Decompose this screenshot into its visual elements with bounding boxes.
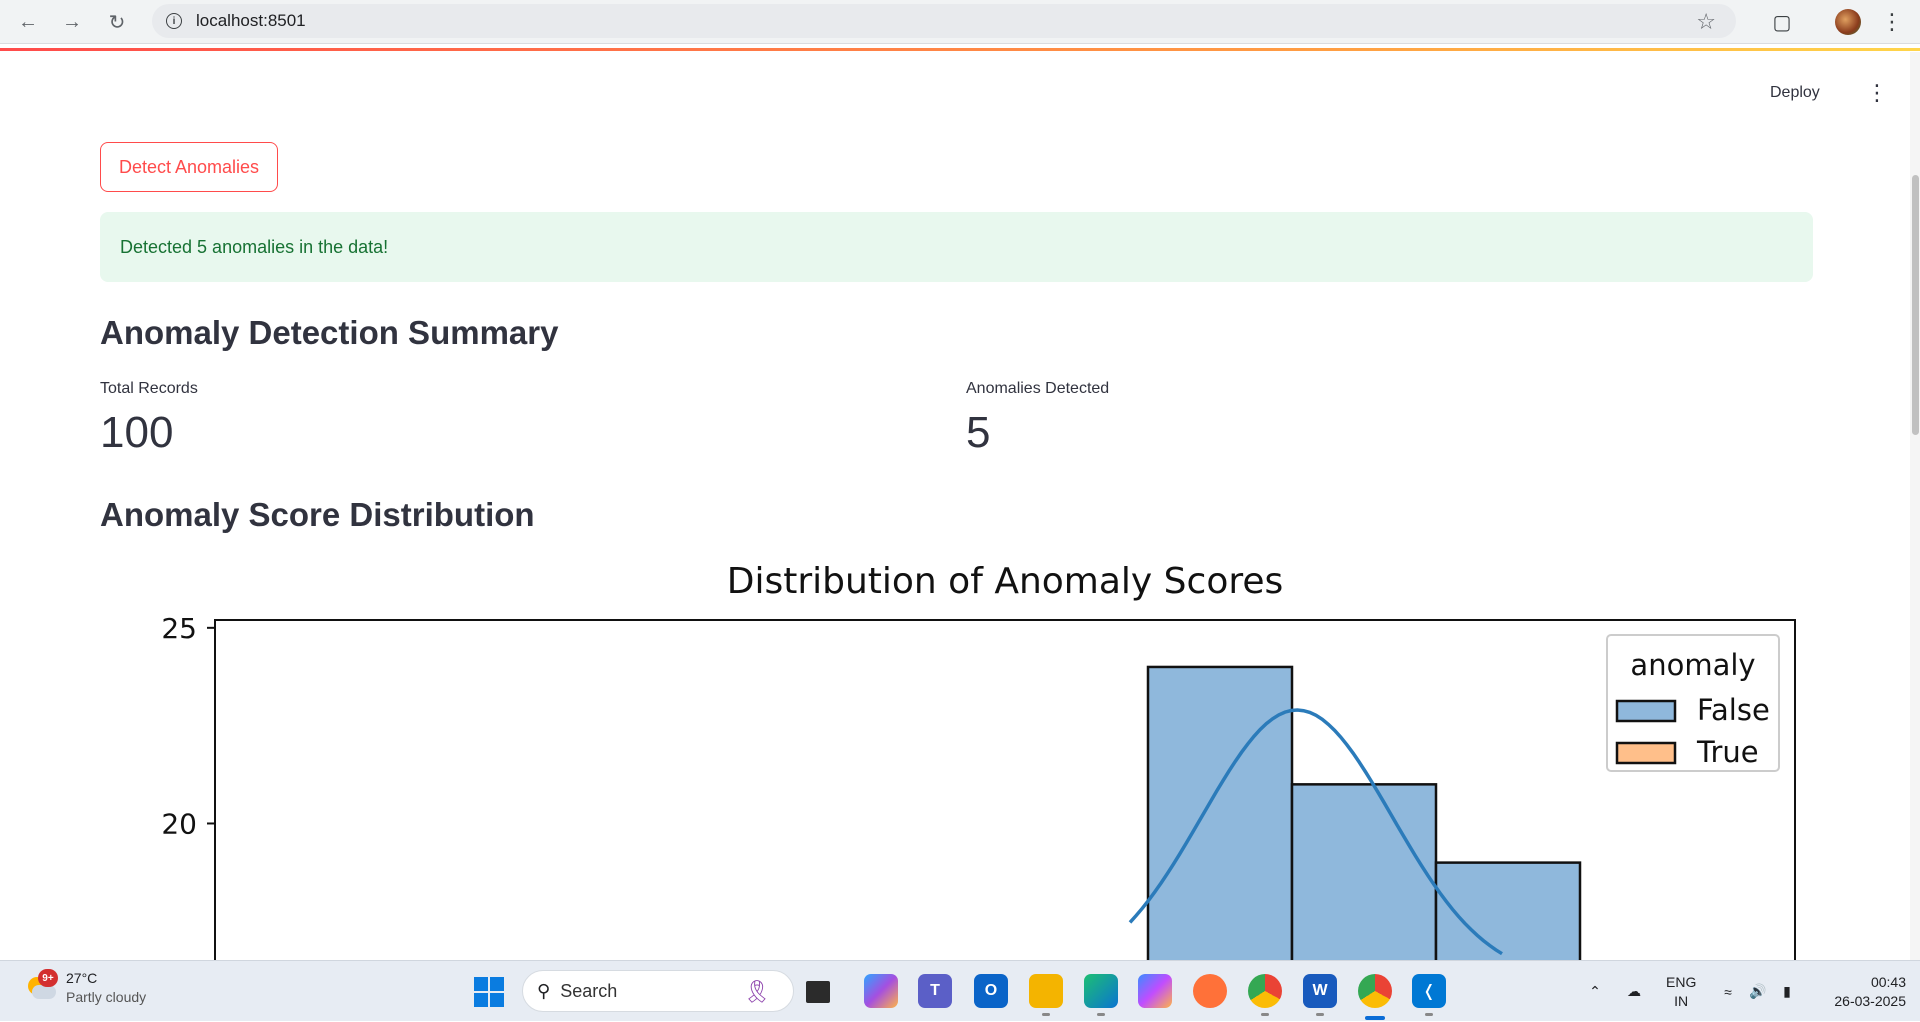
wifi-icon[interactable]: ≈ xyxy=(1716,961,1740,1022)
awareness-ribbon-icon: 🎗 xyxy=(743,979,771,1004)
system-clock[interactable]: 00:43 26-03-2025 xyxy=(1810,973,1906,1011)
outlook-icon[interactable]: O xyxy=(974,974,1008,1008)
app-menu-icon[interactable]: ⋮ xyxy=(1866,82,1888,104)
weather-badge: 9+ xyxy=(38,969,58,987)
chrome-profile-icon[interactable] xyxy=(1248,974,1282,1008)
extensions-icon[interactable]: ▢ xyxy=(1764,6,1800,38)
taskbar-search[interactable]: ⚲ Search 🎗 xyxy=(522,970,794,1012)
url-text[interactable]: localhost:8501 xyxy=(196,11,306,31)
task-view-icon[interactable] xyxy=(806,981,830,1003)
clock-date: 26-03-2025 xyxy=(1834,993,1906,1009)
status-progress-line xyxy=(0,48,1920,51)
word-icon[interactable]: W xyxy=(1303,974,1337,1008)
weather-widget[interactable]: 9+ 27°C Partly cloudy xyxy=(24,969,146,1007)
reload-icon[interactable]: ↻ xyxy=(101,6,133,38)
browser-menu-icon[interactable]: ⋮ xyxy=(1880,6,1904,38)
histogram-bar xyxy=(1290,783,1438,960)
address-bar[interactable]: i localhost:8501 ☆ xyxy=(152,4,1736,38)
weather-temp: 27°C xyxy=(66,970,98,986)
metric-value-anomalies-detected: 5 xyxy=(966,408,991,457)
histogram-bar xyxy=(1146,665,1294,960)
weather-icon: 9+ xyxy=(24,969,58,1003)
forward-icon[interactable]: → xyxy=(56,6,88,38)
region-code: IN xyxy=(1674,993,1689,1009)
start-button[interactable] xyxy=(474,977,504,1007)
profile-avatar[interactable] xyxy=(1832,6,1864,38)
site-info-icon[interactable]: i xyxy=(166,13,182,29)
firefox-icon[interactable] xyxy=(1193,974,1227,1008)
histogram-bar xyxy=(1434,861,1582,960)
deploy-button[interactable]: Deploy xyxy=(1770,84,1820,102)
success-alert: Detected 5 anomalies in the data! xyxy=(100,212,1813,282)
m365-icon[interactable] xyxy=(1138,974,1172,1008)
chrome-icon[interactable] xyxy=(1358,974,1392,1008)
metric-value-total-records: 100 xyxy=(100,408,174,457)
anomaly-score-chart: Distribution of Anomaly Scores 25 20 anomal… xyxy=(161,561,1796,960)
vscode-icon[interactable]: ❬ xyxy=(1412,974,1446,1008)
chart-title: Distribution of Anomaly Scores xyxy=(727,561,1284,602)
search-icon: ⚲ xyxy=(537,980,551,1001)
language-indicator[interactable]: ENG IN xyxy=(1666,973,1696,1011)
weather-desc: Partly cloudy xyxy=(66,989,147,1005)
bookmark-star-icon[interactable]: ☆ xyxy=(1696,9,1716,35)
detect-anomalies-button[interactable]: Detect Anomalies xyxy=(100,142,278,192)
battery-icon[interactable]: ▮ xyxy=(1774,961,1800,1022)
page-scrollbar-thumb[interactable] xyxy=(1912,175,1919,435)
language-code: ENG xyxy=(1666,974,1697,990)
edge-icon[interactable] xyxy=(1084,974,1118,1008)
clock-time: 00:43 xyxy=(1870,974,1906,990)
file-explorer-icon[interactable] xyxy=(1029,974,1063,1008)
windows-taskbar: 9+ 27°C Partly cloudy ⚲ Search 🎗 T O W ❬… xyxy=(0,960,1920,1021)
show-hidden-icons-icon[interactable]: ⌃ xyxy=(1584,961,1606,1022)
copilot-icon[interactable] xyxy=(864,974,898,1008)
y-tick-label: 20 xyxy=(161,807,197,840)
metric-label-anomalies-detected: Anomalies Detected xyxy=(966,380,1110,397)
volume-icon[interactable]: 🔊 xyxy=(1746,961,1770,1022)
distribution-heading: Anomaly Score Distribution xyxy=(100,496,535,533)
onedrive-error-icon[interactable]: ☁ xyxy=(1620,961,1648,1022)
back-icon[interactable]: ← xyxy=(12,6,44,38)
legend-label: True xyxy=(1696,735,1759,769)
search-label: Search xyxy=(560,980,618,1001)
teams-icon[interactable]: T xyxy=(918,974,952,1008)
legend-label: False xyxy=(1697,693,1770,727)
summary-heading: Anomaly Detection Summary xyxy=(100,314,559,351)
metric-label-total-records: Total Records xyxy=(100,380,198,397)
y-tick-label: 25 xyxy=(161,612,197,645)
legend-swatch xyxy=(1615,741,1677,765)
legend-swatch xyxy=(1615,699,1677,723)
legend-title: anomaly xyxy=(1630,648,1755,682)
browser-toolbar: ← → ↻ i localhost:8501 ☆ ▢ ⋮ xyxy=(0,0,1920,44)
